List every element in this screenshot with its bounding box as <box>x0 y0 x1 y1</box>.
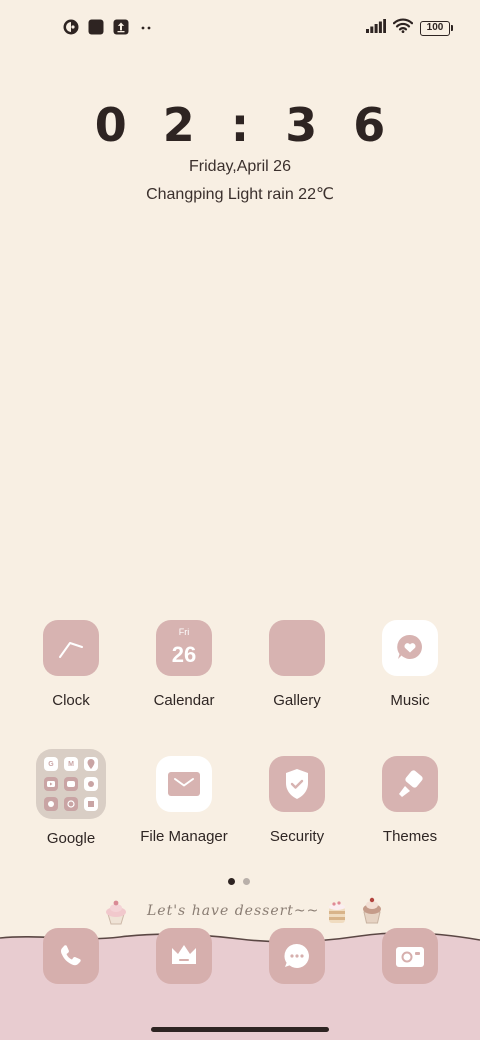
envelope-icon <box>156 756 212 812</box>
battery-icon: 100 <box>420 20 453 36</box>
wifi-icon <box>392 18 414 38</box>
app-label: Music <box>390 692 430 709</box>
dock-store[interactable] <box>156 928 212 984</box>
assistant-mini-icon <box>84 777 98 791</box>
folder-icon: G M <box>36 749 106 819</box>
more-dots-icon <box>137 18 154 35</box>
app-themes[interactable]: Themes <box>355 756 465 845</box>
page-indicator[interactable] <box>228 878 250 885</box>
battery-level: 100 <box>426 22 444 33</box>
gmail-mini-icon: M <box>64 757 78 771</box>
shield-check-icon <box>269 756 325 812</box>
app-label: Clock <box>52 692 90 709</box>
phone-icon <box>61 945 81 966</box>
dock-camera[interactable] <box>382 928 438 984</box>
moon-icon <box>269 620 325 676</box>
clock-time: 0 2 : 3 6 <box>94 98 396 152</box>
app-label: File Manager <box>140 828 228 845</box>
app-label: Themes <box>382 828 438 845</box>
brush-icon <box>382 756 438 812</box>
home-indicator[interactable] <box>151 1027 329 1032</box>
clock-widget[interactable]: 0 2 : 3 6 Friday,April 26 Changping Ligh… <box>0 98 480 204</box>
app-google-folder[interactable]: G M Google <box>16 749 126 847</box>
app-music[interactable]: Music <box>355 620 465 709</box>
clock-date: Friday,April 26 <box>189 158 291 175</box>
calendar-date: 26 <box>171 642 197 667</box>
google-mini-icon: G <box>44 757 58 771</box>
app-notification-icon <box>62 18 79 35</box>
square-notification-icon <box>87 18 104 35</box>
dock-phone[interactable] <box>43 928 99 984</box>
app-calendar[interactable]: Fri 26 Calendar <box>129 620 239 709</box>
muffin-icon <box>363 897 381 924</box>
heart-chat-icon <box>382 620 438 676</box>
duo-mini-icon <box>64 777 78 791</box>
app-clock[interactable]: Clock <box>16 620 126 709</box>
chat-bubble-icon <box>284 943 309 968</box>
calendar-day: Fri <box>178 627 190 637</box>
app-label: Security <box>269 828 325 845</box>
clock-icon <box>43 620 99 676</box>
app-security[interactable]: Security <box>242 756 352 845</box>
upload-icon <box>112 18 129 35</box>
app-label: Google <box>46 830 96 847</box>
app-file-manager[interactable]: File Manager <box>129 756 239 845</box>
weather-text: Changping Light rain 22℃ <box>146 186 334 203</box>
dock-messages[interactable] <box>269 928 325 984</box>
crown-icon <box>172 945 196 964</box>
page-dot-active[interactable] <box>228 878 235 885</box>
signal-icon <box>366 18 386 38</box>
cupcake-icon <box>106 900 126 925</box>
status-bar: 100 <box>0 0 480 56</box>
maps-mini-icon <box>84 757 98 771</box>
app-label: Calendar <box>153 692 215 709</box>
drive-mini-icon <box>84 797 98 811</box>
calendar-icon: Fri 26 <box>156 620 212 676</box>
page-dot[interactable] <box>243 878 250 885</box>
cake-icon <box>329 901 345 923</box>
camera-icon <box>396 947 424 967</box>
dessert-widget: Let's have dessert~~ <box>100 893 390 927</box>
dessert-text: Let's have dessert~~ <box>147 903 320 919</box>
photos-mini-icon <box>44 797 58 811</box>
play-mini-icon <box>64 797 78 811</box>
youtube-mini-icon <box>44 777 58 791</box>
app-gallery[interactable]: Gallery <box>242 620 352 709</box>
app-label: Gallery <box>273 692 321 709</box>
